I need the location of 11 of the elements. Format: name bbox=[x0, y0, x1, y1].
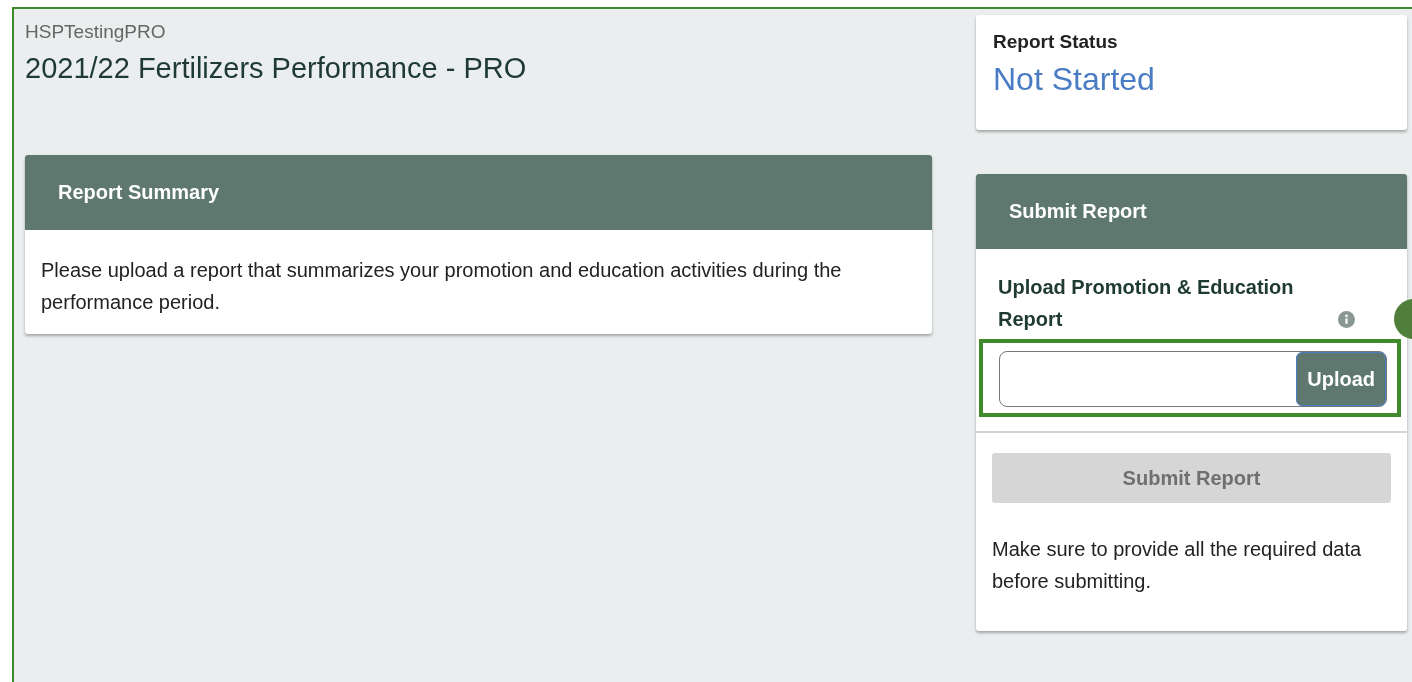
card-header: Report Summary bbox=[25, 155, 932, 230]
submit-note: Make sure to provide all the required data before submitting. bbox=[991, 537, 1363, 594]
summary-text: Please upload a report that summarizes your promotion and education activities during the performance period. bbox=[40, 258, 843, 315]
status-label: Report Status bbox=[993, 31, 1119, 53]
page-title: 2021/22 Fertilizers Performance - PRO bbox=[25, 52, 528, 85]
upload-label: Upload Promotion & Education Report bbox=[998, 275, 1295, 332]
card-header: Submit Report bbox=[976, 174, 1407, 249]
status-value: Not Started bbox=[993, 61, 1156, 98]
info-icon[interactable] bbox=[1338, 311, 1355, 328]
upload-button[interactable]: Upload bbox=[1296, 352, 1386, 406]
organization-name: HSPTestingPRO bbox=[25, 21, 167, 43]
